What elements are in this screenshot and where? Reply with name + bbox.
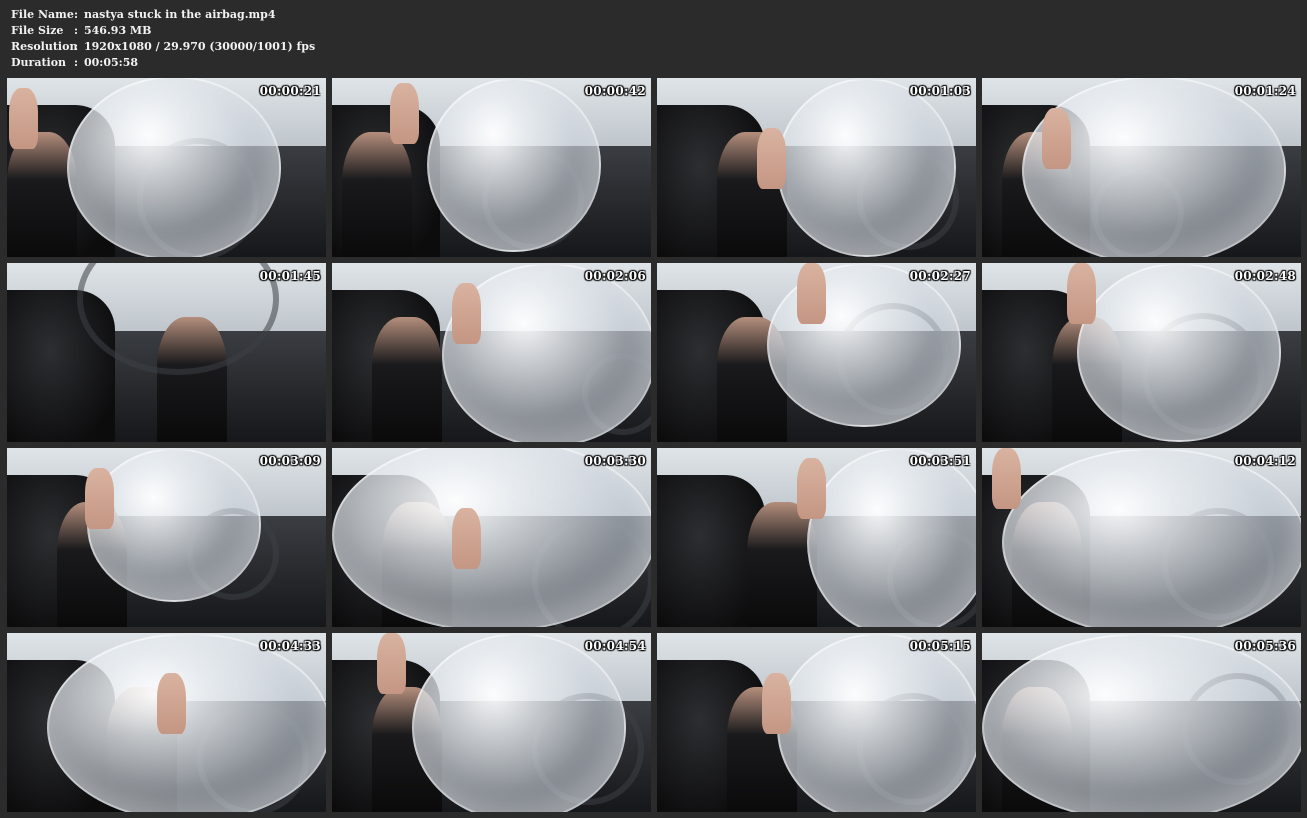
file-name-value: nastya stuck in the airbag.mp4	[84, 8, 276, 21]
thumbnail-frame-image	[657, 448, 976, 627]
duration-value: 00:05:58	[84, 56, 139, 69]
thumbnail-timestamp: 00:02:27	[909, 269, 971, 283]
thumbnail-grid: 00:00:21 00:00:42 00:01:03 00:01:24 00:01:45…	[7, 78, 1301, 812]
duration-row: Duration : 00:05:58	[11, 55, 315, 71]
thumbnail-frame-image	[7, 448, 326, 627]
thumbnail-frame-image	[982, 78, 1301, 257]
thumbnail-frame-image	[332, 78, 651, 257]
video-thumbnail: 00:00:42	[332, 78, 651, 257]
video-thumbnail: 00:04:33	[7, 633, 326, 812]
video-thumbnail: 00:04:54	[332, 633, 651, 812]
resolution-row: Resolution : 1920x1080 / 29.970 (30000/1…	[11, 39, 315, 55]
thumbnail-frame-image	[982, 263, 1301, 442]
file-name-separator: :	[74, 8, 79, 21]
video-thumbnail: 00:05:36	[982, 633, 1301, 812]
thumbnail-timestamp: 00:03:09	[259, 454, 321, 468]
file-name-row: File Name : nastya stuck in the airbag.m…	[11, 7, 315, 23]
video-thumbnail: 00:01:45	[7, 263, 326, 442]
thumbnail-timestamp: 00:04:33	[259, 639, 321, 653]
thumbnail-timestamp: 00:02:06	[584, 269, 646, 283]
thumbnail-timestamp: 00:05:36	[1234, 639, 1296, 653]
thumbnail-frame-image	[7, 633, 326, 812]
thumbnail-timestamp: 00:01:45	[259, 269, 321, 283]
resolution-label: Resolution	[11, 40, 78, 53]
video-thumbnail: 00:03:09	[7, 448, 326, 627]
resolution-separator: :	[74, 40, 79, 53]
thumbnail-frame-image	[982, 448, 1301, 627]
thumbnail-timestamp: 00:05:15	[909, 639, 971, 653]
thumbnail-frame-image	[332, 448, 651, 627]
thumbnail-frame-image	[7, 78, 326, 257]
video-thumbnail: 00:03:30	[332, 448, 651, 627]
file-size-separator: :	[74, 24, 79, 37]
video-thumbnail: 00:01:03	[657, 78, 976, 257]
duration-separator: :	[74, 56, 79, 69]
video-thumbnail: 00:01:24	[982, 78, 1301, 257]
thumbnail-timestamp: 00:04:54	[584, 639, 646, 653]
thumbnail-timestamp: 00:00:42	[584, 84, 646, 98]
video-thumbnail: 00:00:21	[7, 78, 326, 257]
file-size-value: 546.93 MB	[84, 24, 152, 37]
duration-label: Duration	[11, 56, 67, 69]
thumbnail-timestamp: 00:04:12	[1234, 454, 1296, 468]
thumbnail-frame-image	[982, 633, 1301, 812]
video-thumbnail: 00:03:51	[657, 448, 976, 627]
thumbnail-timestamp: 00:03:30	[584, 454, 646, 468]
thumbnail-frame-image	[332, 633, 651, 812]
thumbnail-frame-image	[332, 263, 651, 442]
video-thumbnail: 00:05:15	[657, 633, 976, 812]
video-thumbnail: 00:02:48	[982, 263, 1301, 442]
video-thumbnail: 00:04:12	[982, 448, 1301, 627]
thumbnail-frame-image	[657, 633, 976, 812]
thumbnail-timestamp: 00:01:03	[909, 84, 971, 98]
file-name-label: File Name	[11, 8, 74, 21]
thumbnail-frame-image	[7, 263, 326, 442]
file-size-row: File Size : 546.93 MB	[11, 23, 315, 39]
file-info-header: File Name : nastya stuck in the airbag.m…	[11, 7, 315, 71]
video-thumbnail: 00:02:06	[332, 263, 651, 442]
video-thumbnail: 00:02:27	[657, 263, 976, 442]
resolution-value: 1920x1080 / 29.970 (30000/1001) fps	[84, 40, 316, 53]
thumbnail-timestamp: 00:03:51	[909, 454, 971, 468]
thumbnail-frame-image	[657, 263, 976, 442]
file-size-label: File Size	[11, 24, 64, 37]
thumbnail-frame-image	[657, 78, 976, 257]
thumbnail-timestamp: 00:01:24	[1234, 84, 1296, 98]
thumbnail-timestamp: 00:02:48	[1234, 269, 1296, 283]
thumbnail-timestamp: 00:00:21	[259, 84, 321, 98]
